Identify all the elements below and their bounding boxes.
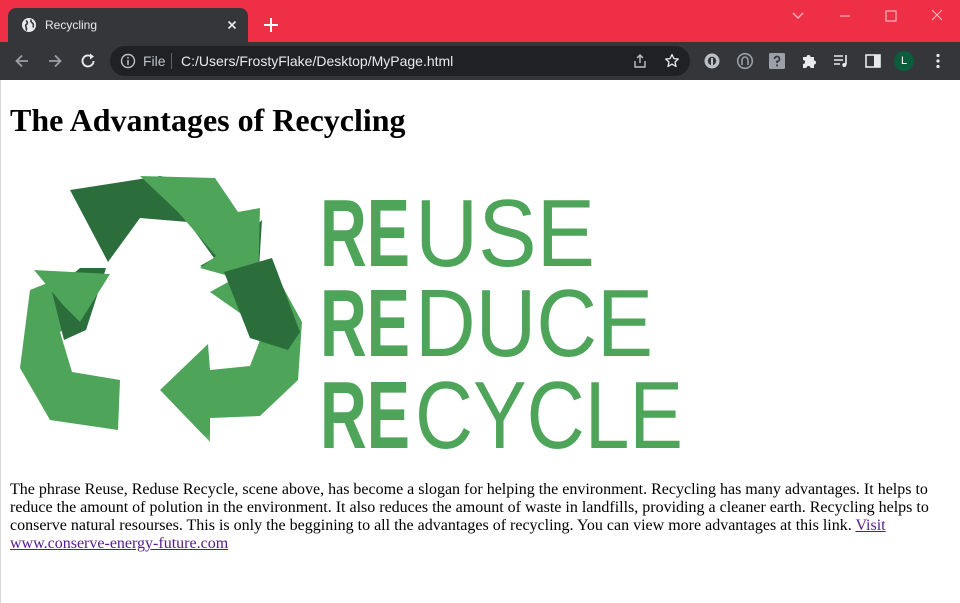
slogan-word-3-suffix: CYCLE — [415, 362, 683, 468]
maximize-icon[interactable] — [880, 6, 902, 26]
address-bar[interactable]: File C:/Users/FrostyFlake/Desktop/MyPage… — [110, 46, 690, 76]
reuse-reduce-recycle-image: RE USE RE DUCE RE CYCLE — [10, 172, 690, 469]
tab-strip: Recycling — [0, 0, 960, 42]
side-panel-icon[interactable] — [864, 52, 882, 70]
paragraph-text: The phrase Reuse, Reduse Recycle, scene … — [10, 481, 929, 534]
info-icon[interactable] — [120, 53, 136, 69]
extension-circle-icon[interactable] — [736, 52, 754, 70]
minimize-icon[interactable] — [834, 6, 856, 26]
omnibox-divider — [171, 53, 172, 69]
recycle-arrows-icon — [10, 176, 310, 468]
extensions-puzzle-icon[interactable] — [800, 52, 818, 70]
bookmark-star-icon[interactable] — [664, 53, 680, 69]
tab-title: Recycling — [45, 18, 98, 32]
body-paragraph: The phrase Reuse, Reduse Recycle, scene … — [10, 481, 940, 553]
reload-icon[interactable] — [78, 51, 98, 71]
profile-avatar[interactable]: L — [894, 51, 914, 71]
tab-recycling[interactable]: Recycling — [8, 8, 248, 42]
slogan-word-3-prefix: RE — [320, 362, 410, 468]
back-icon[interactable] — [12, 51, 32, 71]
slogan-word-2-suffix: DUCE — [415, 270, 653, 377]
close-window-icon[interactable] — [926, 6, 948, 26]
media-queue-icon[interactable] — [832, 52, 850, 70]
browser-toolbar: File C:/Users/FrostyFlake/Desktop/MyPage… — [0, 42, 960, 80]
page-title: The Advantages of Recycling — [10, 102, 406, 138]
forward-icon[interactable] — [45, 51, 65, 71]
url-text[interactable]: C:/Users/FrostyFlake/Desktop/MyPage.html — [181, 53, 453, 69]
new-tab-button[interactable] — [258, 12, 284, 38]
menu-kebab-icon[interactable] — [929, 52, 947, 70]
extension-shield-icon[interactable] — [703, 52, 721, 70]
slogan-word-2-prefix: RE — [320, 270, 410, 377]
tab-search-icon[interactable] — [787, 6, 809, 26]
globe-icon — [21, 17, 37, 33]
extension-help-icon[interactable] — [768, 52, 786, 70]
slogan-text: RE USE RE DUCE RE CYCLE — [320, 180, 683, 469]
page-viewport: The Advantages of Recycling RE USE RE DU… — [0, 80, 960, 603]
scheme-label: File — [143, 53, 166, 69]
tab-close-icon[interactable] — [224, 17, 240, 33]
share-icon[interactable] — [632, 53, 648, 69]
